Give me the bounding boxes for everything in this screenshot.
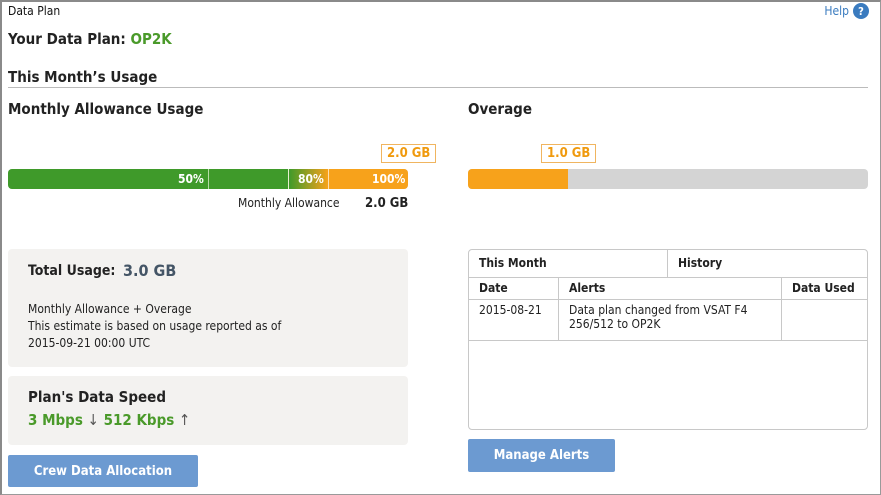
allowance-value: 2.0 GB [365, 196, 409, 211]
data-speed-values: 3 Mbps ↓ 512 Kbps ↑ [28, 411, 190, 429]
alert-text-line-1: Data plan changed from VSAT F4 [569, 303, 748, 317]
up-arrow-icon: ↑ [178, 411, 191, 429]
total-usage-label: Total Usage: [28, 263, 116, 279]
marker-100: 100% [372, 172, 406, 186]
marker-80: 80% [298, 172, 324, 186]
total-note-1: Monthly Allowance + Overage [28, 302, 192, 316]
overage-callout: 1.0 GB [541, 144, 597, 163]
usage-section-title: This Month’s Usage [8, 68, 158, 86]
help-link[interactable]: Help ? [824, 3, 869, 19]
overage-title: Overage [468, 100, 532, 118]
manage-alerts-button[interactable]: Manage Alerts [468, 439, 615, 472]
data-plan-name: OP2K [130, 30, 172, 48]
column-header-data-used: Data Used [782, 278, 867, 300]
allowance-seg-80 [208, 169, 288, 189]
upload-speed: 512 Kbps [103, 411, 175, 429]
allowance-label: Monthly Allowance [238, 196, 340, 210]
allowance-title: Monthly Allowance Usage [8, 100, 204, 118]
data-speed-title: Plan's Data Speed [28, 388, 166, 406]
download-speed: 3 Mbps [28, 411, 83, 429]
window-title: Data Plan [8, 4, 61, 18]
section-divider [8, 87, 868, 88]
table-cell-alert: Data plan changed from VSAT F4 256/512 t… [559, 300, 782, 341]
allowance-bar: 50% 80% 100% [8, 169, 408, 189]
tab-this-month[interactable]: This Month [469, 250, 668, 278]
overage-bar [468, 169, 868, 189]
column-header-date: Date [469, 278, 559, 300]
overage-fill [468, 169, 568, 189]
column-header-alerts: Alerts [559, 278, 782, 300]
table-cell-date: 2015-08-21 [469, 300, 559, 341]
total-note-3: 2015-09-21 00:00 UTC [28, 336, 151, 350]
total-usage-value: 3.0 GB [123, 261, 177, 280]
marker-50: 50% [178, 172, 204, 186]
crew-data-allocation-button[interactable]: Crew Data Allocation [8, 455, 198, 487]
alert-text-line-2: 256/512 to OP2K [569, 317, 661, 331]
down-arrow-icon: ↓ [87, 411, 99, 429]
table-cell-data-used [782, 300, 867, 341]
tab-history[interactable]: History [668, 250, 867, 278]
help-label[interactable]: Help [824, 4, 849, 18]
data-plan-prefix: Your Data Plan: [8, 30, 126, 48]
alerts-panel: This Month History Date Alerts Data Used… [468, 249, 868, 430]
data-plan-heading: Your Data Plan: OP2K [8, 30, 172, 48]
total-note-2: This estimate is based on usage reported… [28, 319, 282, 333]
question-circle-icon[interactable]: ? [853, 3, 869, 19]
allowance-callout: 2.0 GB [381, 144, 437, 163]
